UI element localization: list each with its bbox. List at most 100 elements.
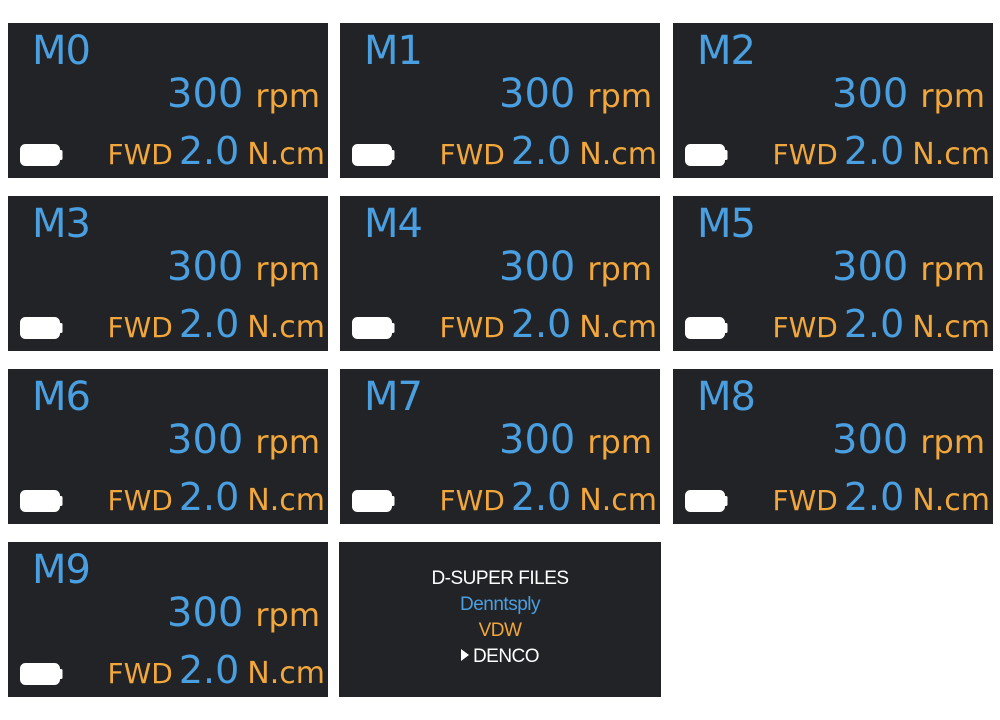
direction-label: FWD: [107, 311, 173, 344]
battery-icon: [685, 144, 728, 166]
menu-item-denntsply[interactable]: Denntsply: [339, 592, 661, 618]
torque-readout: FWD 2.0 N.cm: [773, 472, 991, 522]
torque-value: 2.0: [178, 302, 240, 346]
direction-label: FWD: [772, 484, 838, 517]
mode-screen-m5[interactable]: M5 300 rpm FWD 2.0 N.cm: [673, 196, 993, 351]
mode-screen-m1[interactable]: M1 300 rpm FWD 2.0 N.cm: [340, 23, 660, 178]
speed-unit: rpm: [587, 77, 652, 115]
speed-readout: 300 rpm: [167, 69, 320, 119]
speed-value: 300: [167, 244, 244, 290]
torque-value: 2.0: [510, 475, 572, 519]
direction-label: FWD: [439, 138, 505, 171]
torque-readout: FWD 2.0 N.cm: [108, 472, 326, 522]
speed-readout: 300 rpm: [499, 415, 652, 465]
mode-label: M5: [697, 201, 756, 247]
speed-unit: rpm: [255, 423, 320, 461]
torque-value: 2.0: [178, 648, 240, 692]
torque-readout: FWD 2.0 N.cm: [773, 299, 991, 349]
speed-readout: 300 rpm: [832, 242, 985, 292]
mode-label: M7: [364, 374, 423, 420]
speed-unit: rpm: [255, 596, 320, 634]
mode-label: M9: [32, 547, 91, 593]
mode-screen-m2[interactable]: M2 300 rpm FWD 2.0 N.cm: [673, 23, 993, 178]
direction-label: FWD: [107, 484, 173, 517]
torque-unit: N.cm: [912, 310, 990, 345]
torque-readout: FWD 2.0 N.cm: [108, 299, 326, 349]
speed-unit: rpm: [587, 250, 652, 288]
speed-value: 300: [499, 244, 576, 290]
speed-readout: 300 rpm: [167, 415, 320, 465]
speed-unit: rpm: [255, 77, 320, 115]
battery-icon: [685, 490, 728, 512]
battery-icon: [352, 317, 395, 339]
direction-label: FWD: [439, 311, 505, 344]
menu-item-vdw[interactable]: VDW: [339, 618, 661, 644]
torque-value: 2.0: [510, 129, 572, 173]
torque-value: 2.0: [843, 302, 905, 346]
speed-readout: 300 rpm: [499, 242, 652, 292]
torque-value: 2.0: [178, 129, 240, 173]
torque-readout: FWD 2.0 N.cm: [440, 472, 658, 522]
speed-value: 300: [167, 590, 244, 636]
speed-value: 300: [832, 417, 909, 463]
mode-screen-m6[interactable]: M6 300 rpm FWD 2.0 N.cm: [8, 369, 328, 524]
mode-screen-m0[interactable]: M0 300 rpm FWD 2.0 N.cm: [8, 23, 328, 178]
torque-unit: N.cm: [912, 137, 990, 172]
menu-title: D-SUPER FILES: [431, 568, 569, 589]
battery-icon: [352, 144, 395, 166]
torque-value: 2.0: [843, 475, 905, 519]
torque-unit: N.cm: [579, 137, 657, 172]
mode-screen-m8[interactable]: M8 300 rpm FWD 2.0 N.cm: [673, 369, 993, 524]
direction-label: FWD: [439, 484, 505, 517]
torque-unit: N.cm: [912, 483, 990, 518]
mode-label: M0: [32, 28, 91, 74]
speed-unit: rpm: [920, 423, 985, 461]
torque-readout: FWD 2.0 N.cm: [440, 299, 658, 349]
battery-icon: [685, 317, 728, 339]
torque-readout: FWD 2.0 N.cm: [440, 126, 658, 176]
speed-unit: rpm: [920, 77, 985, 115]
mode-label: M1: [364, 28, 423, 74]
torque-unit: N.cm: [247, 483, 325, 518]
torque-readout: FWD 2.0 N.cm: [108, 126, 326, 176]
torque-value: 2.0: [178, 475, 240, 519]
speed-value: 300: [167, 71, 244, 117]
speed-value: 300: [499, 71, 576, 117]
torque-unit: N.cm: [247, 656, 325, 691]
torque-unit: N.cm: [247, 310, 325, 345]
speed-readout: 300 rpm: [167, 588, 320, 638]
speed-unit: rpm: [255, 250, 320, 288]
speed-value: 300: [832, 71, 909, 117]
battery-icon: [20, 317, 63, 339]
mode-screen-m7[interactable]: M7 300 rpm FWD 2.0 N.cm: [340, 369, 660, 524]
direction-label: FWD: [107, 138, 173, 171]
speed-readout: 300 rpm: [167, 242, 320, 292]
speed-unit: rpm: [920, 250, 985, 288]
mode-label: M2: [697, 28, 756, 74]
mode-label: M4: [364, 201, 423, 247]
direction-label: FWD: [772, 138, 838, 171]
menu-item-denco[interactable]: DENCO: [339, 644, 661, 670]
torque-unit: N.cm: [247, 137, 325, 172]
mode-screen-m4[interactable]: M4 300 rpm FWD 2.0 N.cm: [340, 196, 660, 351]
battery-icon: [20, 490, 63, 512]
speed-unit: rpm: [587, 423, 652, 461]
torque-value: 2.0: [510, 302, 572, 346]
speed-readout: 300 rpm: [832, 415, 985, 465]
speed-value: 300: [832, 244, 909, 290]
mode-label: M8: [697, 374, 756, 420]
speed-value: 300: [499, 417, 576, 463]
mode-screen-m9[interactable]: M9 300 rpm FWD 2.0 N.cm: [8, 542, 328, 697]
mode-screen-m3[interactable]: M3 300 rpm FWD 2.0 N.cm: [8, 196, 328, 351]
torque-value: 2.0: [843, 129, 905, 173]
torque-unit: N.cm: [579, 310, 657, 345]
mode-screens-grid: M0 300 rpm FWD 2.0 N.cm M1 300 rpm FWD 2.0 N.c…: [0, 0, 1000, 720]
battery-icon: [352, 490, 395, 512]
speed-value: 300: [167, 417, 244, 463]
mode-label: M6: [32, 374, 91, 420]
battery-icon: [20, 144, 63, 166]
torque-readout: FWD 2.0 N.cm: [108, 645, 326, 695]
torque-readout: FWD 2.0 N.cm: [773, 126, 991, 176]
menu-item-label: DENCO: [472, 646, 540, 667]
triangle-right-icon: [460, 649, 469, 661]
